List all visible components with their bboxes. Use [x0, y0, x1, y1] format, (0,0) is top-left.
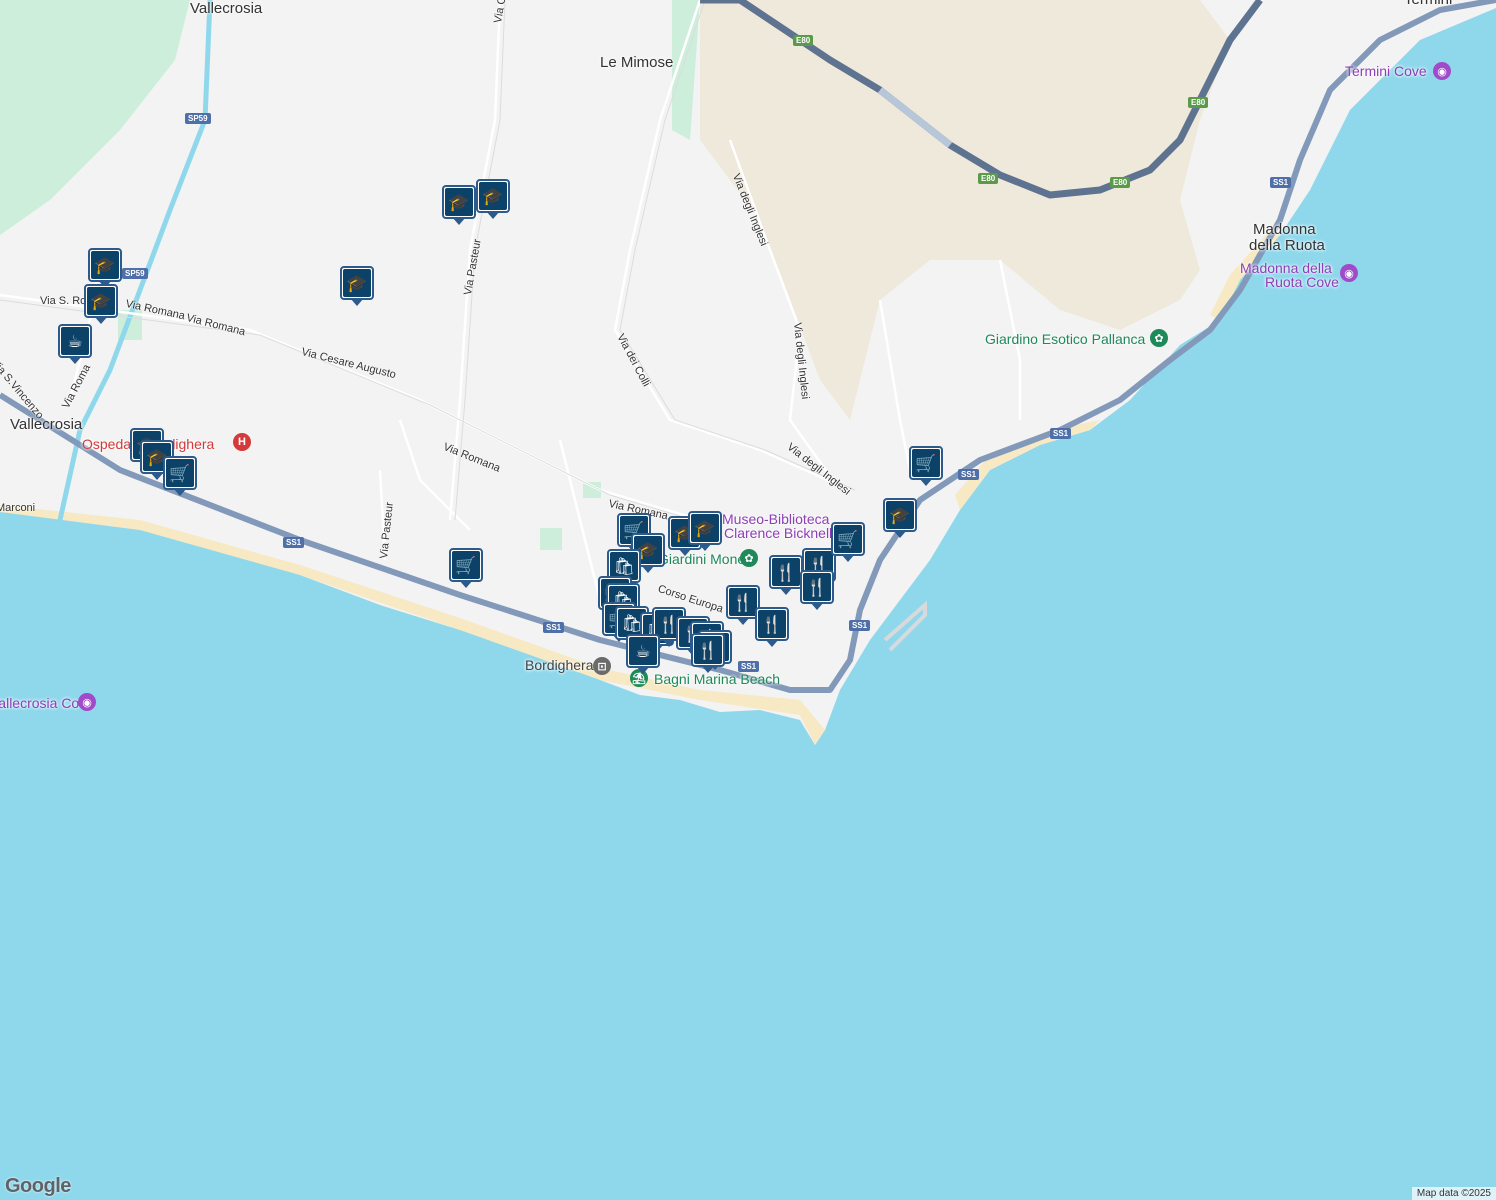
fork-knife-icon: 🍴 [694, 636, 722, 664]
school-marker[interactable]: 🎓 [84, 284, 118, 324]
restaurant-marker[interactable]: 🍴 [755, 607, 789, 647]
grocery-marker[interactable]: 🛒 [163, 456, 197, 496]
school-marker[interactable]: 🎓 [340, 266, 374, 306]
cafe-marker[interactable]: ☕ [58, 324, 92, 364]
route-shield-e80: E80 [1188, 97, 1209, 108]
grocery-marker[interactable]: 🛒 [449, 548, 483, 588]
shopping-cart-icon: 🛒 [166, 459, 194, 487]
shopping-cart-icon: 🛒 [912, 449, 940, 477]
graduation-cap-icon: 🎓 [479, 182, 507, 210]
route-shield-e80: E80 [1110, 177, 1131, 188]
train-station-icon[interactable]: ⊡ [593, 657, 611, 675]
coffee-cup-icon: ☕ [629, 637, 657, 665]
route-shield-e80: E80 [978, 173, 999, 184]
cafe-marker[interactable]: ☕ [626, 634, 660, 674]
route-shield-ss1: SS1 [958, 469, 980, 480]
route-shield-ss1: SS1 [1050, 428, 1072, 439]
graduation-cap-icon: 🎓 [886, 501, 914, 529]
garden-icon[interactable]: ✿ [740, 549, 758, 567]
route-shield-sp59: SP59 [185, 113, 211, 124]
shopping-cart-icon: 🛒 [834, 525, 862, 553]
route-shield-ss1: SS1 [849, 620, 871, 631]
graduation-cap-icon: 🎓 [343, 269, 371, 297]
route-shield-e80: E80 [793, 35, 814, 46]
fork-knife-icon: 🍴 [758, 610, 786, 638]
map-attribution[interactable]: Map data ©2025 [1411, 1187, 1496, 1200]
graduation-cap-icon: 🎓 [87, 287, 115, 315]
grocery-marker[interactable]: 🛒 [831, 522, 865, 562]
camera-icon[interactable]: ◉ [1340, 264, 1358, 282]
restaurant-marker[interactable]: 🍴 [769, 555, 803, 595]
coffee-cup-icon: ☕ [61, 327, 89, 355]
route-shield-ss1: SS1 [1270, 177, 1292, 188]
grocery-marker[interactable]: 🛒 [909, 446, 943, 486]
route-shield-ss1: SS1 [283, 537, 305, 548]
school-marker[interactable]: 🎓 [88, 248, 122, 288]
fork-knife-icon: 🍴 [772, 558, 800, 586]
route-shield-ss1: SS1 [543, 622, 565, 633]
graduation-cap-icon: 🎓 [445, 188, 473, 216]
shopping-cart-icon: 🛒 [452, 551, 480, 579]
graduation-cap-icon: 🎓 [91, 251, 119, 279]
route-shield-sp59: SP59 [122, 268, 148, 279]
hospital-icon[interactable]: H [233, 433, 251, 451]
school-marker[interactable]: 🎓 [476, 179, 510, 219]
camera-icon[interactable]: ◉ [1433, 62, 1451, 80]
restaurant-marker[interactable]: 🍴 [691, 633, 725, 673]
school-marker[interactable]: 🎓 [883, 498, 917, 538]
restaurant-marker[interactable]: 🍴 [800, 570, 834, 610]
graduation-cap-icon: 🎓 [691, 514, 719, 542]
garden-icon[interactable]: ✿ [1150, 329, 1168, 347]
park [540, 528, 562, 550]
route-shield-ss1: SS1 [738, 661, 760, 672]
google-logo: Google [5, 1175, 71, 1197]
fork-knife-icon: 🍴 [729, 588, 757, 616]
school-marker[interactable]: 🎓 [442, 185, 476, 225]
fork-knife-icon: 🍴 [803, 573, 831, 601]
school-marker[interactable]: 🎓 [688, 511, 722, 551]
camera-icon[interactable]: ◉ [78, 693, 96, 711]
